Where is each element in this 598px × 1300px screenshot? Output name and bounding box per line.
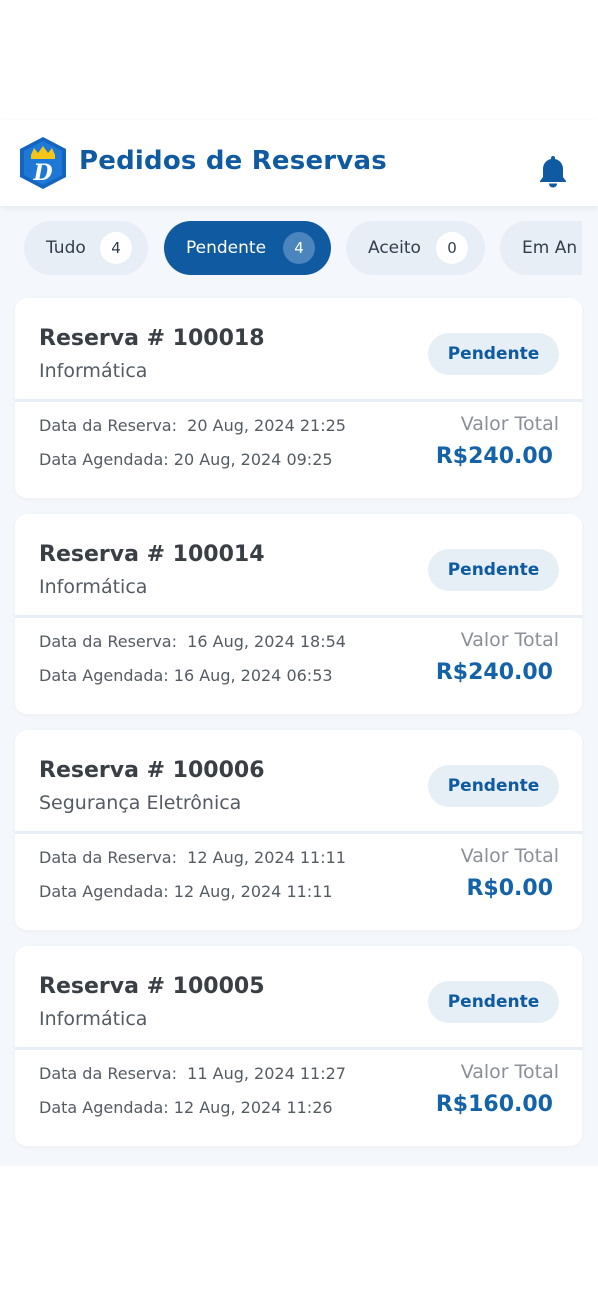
scheduled-date-value: 12 Aug, 2024 11:11 — [173, 882, 333, 901]
reservation-number: Reserva # 100018 — [39, 326, 265, 351]
scheduled-date-value: 16 Aug, 2024 06:53 — [173, 666, 333, 685]
total-value: R$160.00 — [435, 1092, 553, 1117]
status-badge: Pendente — [428, 333, 559, 375]
card-divider — [15, 831, 582, 834]
total-label: Valor Total — [460, 413, 559, 435]
scheduled-date-row: Data Agendada: 20 Aug, 2024 09:25 — [39, 450, 333, 469]
booking-date-value: 16 Aug, 2024 18:54 — [187, 632, 346, 651]
reservation-number: Reserva # 100006 — [39, 758, 265, 783]
app-header: D Pedidos de Reservas — [0, 120, 598, 206]
reservation-category: Informática — [39, 1008, 148, 1030]
crown-shield-logo: D — [20, 137, 66, 189]
total-label: Valor Total — [460, 845, 559, 867]
booking-date-row: Data da Reserva: 16 Aug, 2024 18:54 — [39, 632, 346, 651]
scheduled-date-value: 12 Aug, 2024 11:26 — [173, 1098, 333, 1117]
reservation-number: Reserva # 100005 — [39, 974, 265, 999]
total-label: Valor Total — [460, 1061, 559, 1083]
scheduled-date-value: 20 Aug, 2024 09:25 — [173, 450, 333, 469]
svg-text:D: D — [32, 160, 52, 186]
card-divider — [15, 399, 582, 402]
tab-aceito[interactable]: Aceito 0 — [346, 221, 485, 275]
reservations-content: Tudo 4 Pendente 4 Aceito 0 Em An Reserva… — [0, 206, 598, 1166]
booking-date-label: Data da Reserva: — [39, 416, 188, 435]
card-divider — [15, 615, 582, 618]
total-value: R$240.00 — [435, 444, 553, 469]
card-divider — [15, 1047, 582, 1050]
scheduled-date-row: Data Agendada: 12 Aug, 2024 11:11 — [39, 882, 333, 901]
booking-date-row: Data da Reserva: 11 Aug, 2024 11:27 — [39, 1064, 346, 1083]
reservation-card[interactable]: Reserva # 100006 Segurança Eletrônica Pe… — [15, 730, 582, 930]
status-badge: Pendente — [428, 765, 559, 807]
tab-pendente[interactable]: Pendente 4 — [164, 221, 331, 275]
scheduled-date-label: Data Agendada: — [39, 882, 174, 901]
tab-label: Aceito — [368, 238, 421, 258]
booking-date-label: Data da Reserva: — [39, 632, 188, 651]
total-value: R$0.00 — [466, 876, 553, 901]
app-screen: D Pedidos de Reservas Tudo 4 Pendente 4 … — [0, 0, 598, 1300]
booking-date-label: Data da Reserva: — [39, 1064, 188, 1083]
scheduled-date-label: Data Agendada: — [39, 1098, 174, 1117]
booking-date-value: 11 Aug, 2024 11:27 — [187, 1064, 346, 1083]
bell-icon[interactable] — [537, 154, 569, 188]
reservation-card[interactable]: Reserva # 100018 Informática Pendente Da… — [15, 298, 582, 498]
booking-date-value: 12 Aug, 2024 11:11 — [187, 848, 346, 867]
scheduled-date-label: Data Agendada: — [39, 666, 174, 685]
booking-date-value: 20 Aug, 2024 21:25 — [187, 416, 346, 435]
scheduled-date-label: Data Agendada: — [39, 450, 174, 469]
total-value: R$240.00 — [435, 660, 553, 685]
tab-count-badge: 0 — [436, 232, 468, 264]
tab-label: Em An — [522, 238, 578, 258]
reservation-category: Segurança Eletrônica — [39, 792, 242, 814]
reservation-category: Informática — [39, 576, 148, 598]
tab-tudo[interactable]: Tudo 4 — [24, 221, 148, 275]
booking-date-row: Data da Reserva: 12 Aug, 2024 11:11 — [39, 848, 346, 867]
total-label: Valor Total — [460, 629, 559, 651]
reservation-card[interactable]: Reserva # 100014 Informática Pendente Da… — [15, 514, 582, 714]
reservation-number: Reserva # 100014 — [39, 542, 265, 567]
booking-date-label: Data da Reserva: — [39, 848, 188, 867]
reservation-category: Informática — [39, 360, 148, 382]
reservation-card[interactable]: Reserva # 100005 Informática Pendente Da… — [15, 946, 582, 1146]
page-title: Pedidos de Reservas — [79, 146, 387, 176]
tab-label: Pendente — [186, 238, 267, 258]
status-badge: Pendente — [428, 549, 559, 591]
status-badge: Pendente — [428, 981, 559, 1023]
scheduled-date-row: Data Agendada: 16 Aug, 2024 06:53 — [39, 666, 333, 685]
tab-count-badge: 4 — [100, 232, 132, 264]
tab-count-badge: 4 — [283, 232, 315, 264]
status-filter-tabs: Tudo 4 Pendente 4 Aceito 0 Em An — [24, 221, 582, 275]
scheduled-date-row: Data Agendada: 12 Aug, 2024 11:26 — [39, 1098, 333, 1117]
booking-date-row: Data da Reserva: 20 Aug, 2024 21:25 — [39, 416, 346, 435]
tab-label: Tudo — [46, 238, 86, 258]
tab-em-andamento[interactable]: Em An — [500, 221, 582, 275]
